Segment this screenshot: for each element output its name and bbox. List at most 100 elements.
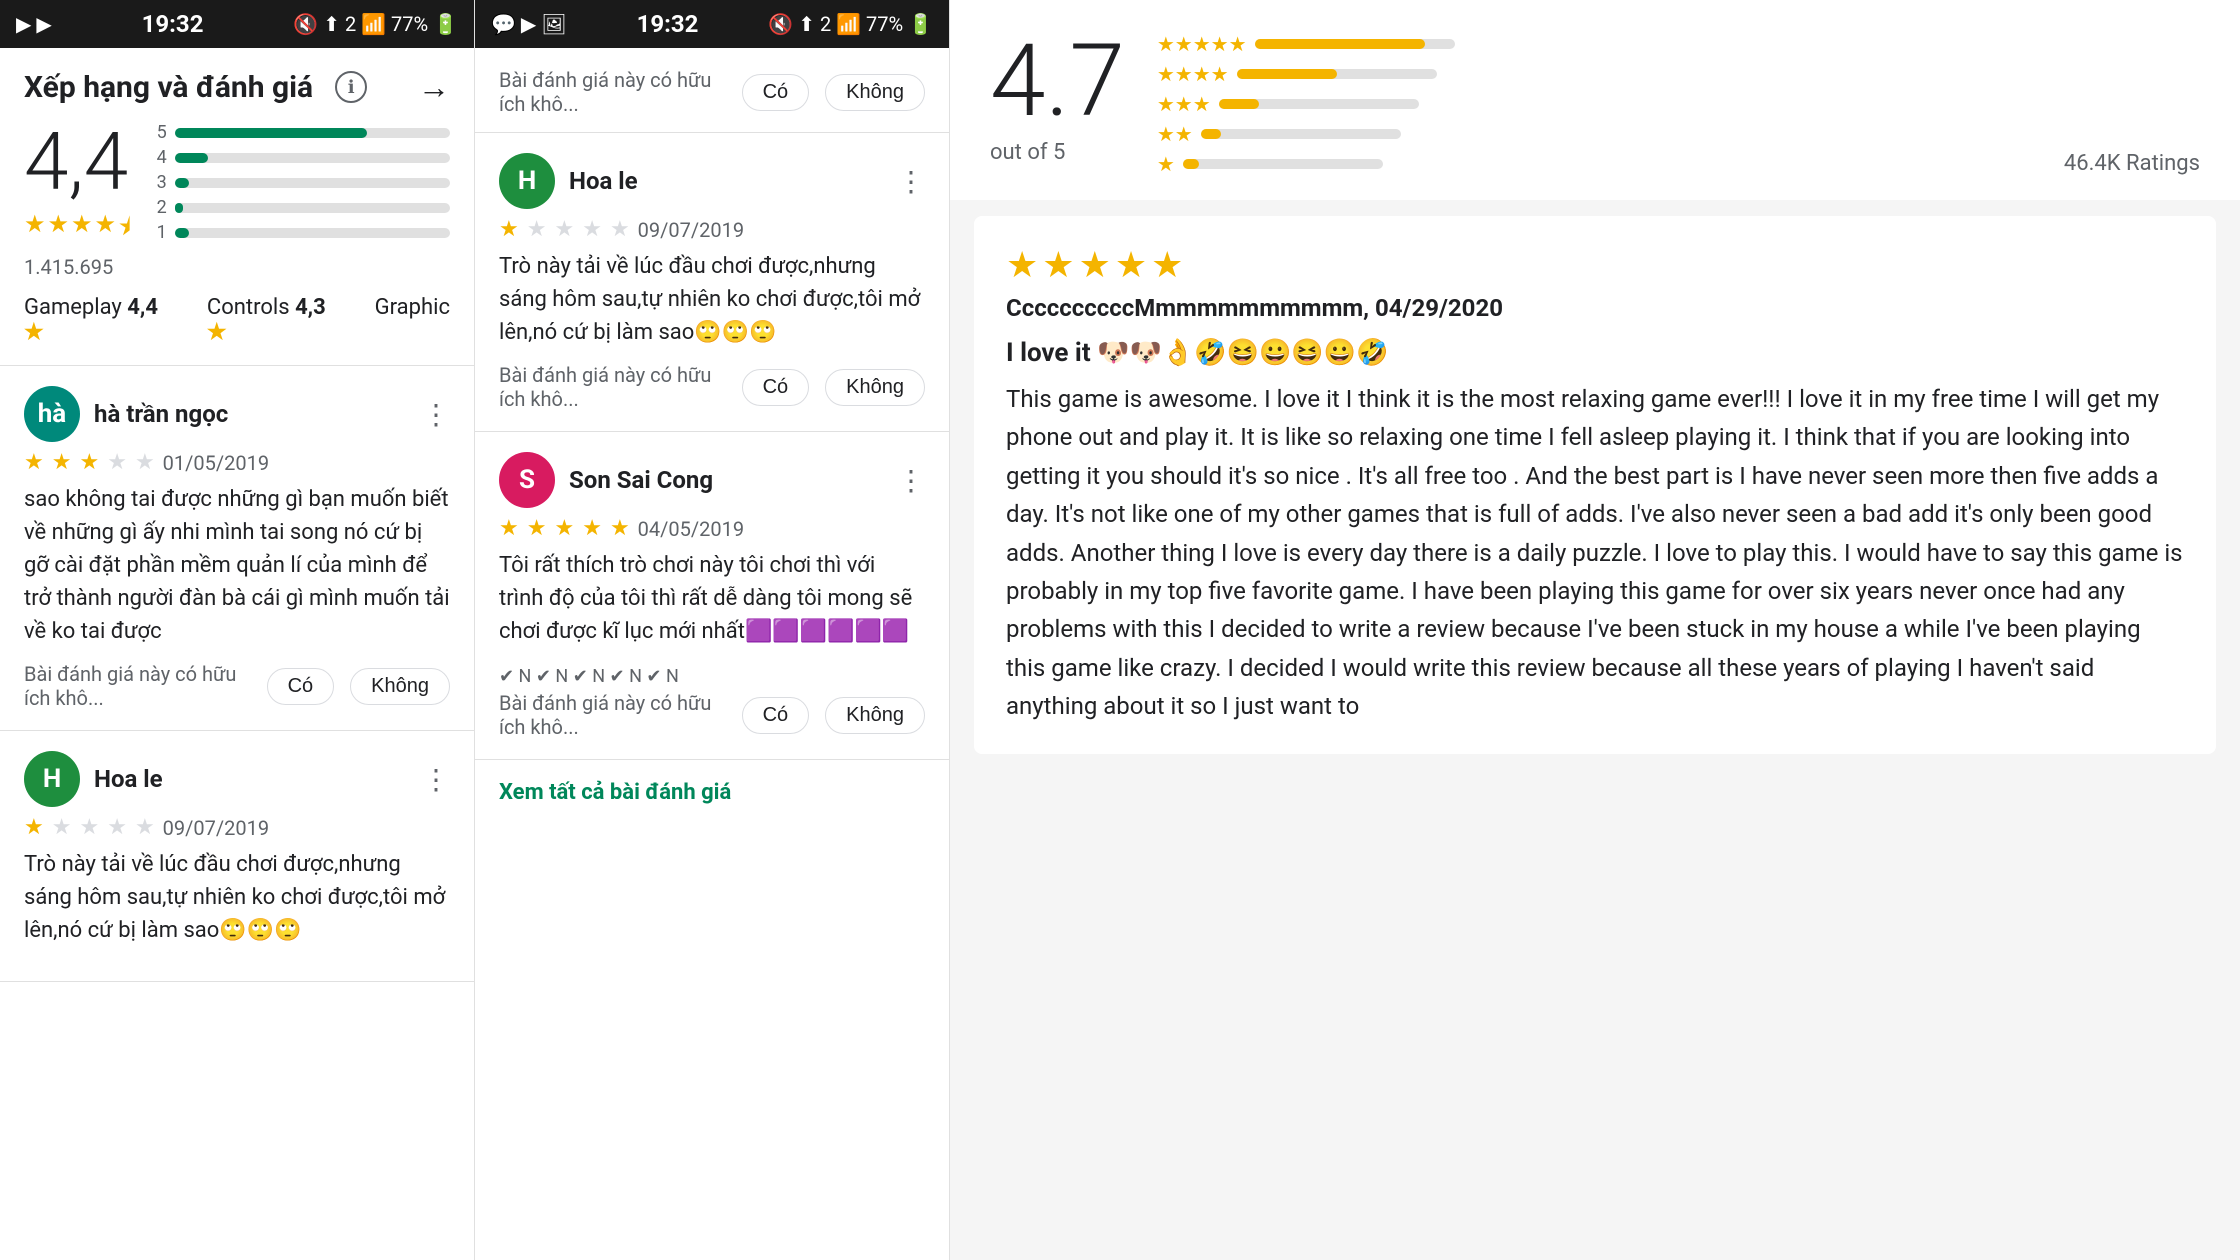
star-row-1: ★: [1157, 152, 2032, 176]
bar-fill-1: [175, 228, 189, 238]
more-menu-2[interactable]: ⋮: [422, 763, 450, 796]
helpful-row-m1: Bài đánh giá này có hữu ích khô... Có Kh…: [499, 363, 925, 411]
gameplay-score: Gameplay 4,4 ★: [24, 295, 183, 345]
reviewer-name-m2: Son Sai Cong: [569, 466, 713, 494]
review-card-m1: H Hoa le ⋮ ★ ★ ★ ★ ★ 09/07/2019 Trò này …: [475, 133, 949, 432]
star-1: ★: [24, 210, 46, 251]
controls-score: Controls 4,3 ★: [207, 295, 351, 345]
top-helpful-yes[interactable]: Có: [742, 74, 810, 111]
helpful-no-m1[interactable]: Không: [825, 369, 925, 406]
review-body-right: This game is awesome. I love it I think …: [1006, 380, 2184, 726]
bar-track-4: [175, 153, 450, 163]
category-scores: Gameplay 4,4 ★ Controls 4,3 ★ Graphic: [0, 295, 474, 366]
arrow-right-icon[interactable]: →: [418, 68, 450, 106]
avatar-m1: H: [499, 153, 555, 209]
more-menu-m1[interactable]: ⋮: [897, 165, 925, 198]
info-icon[interactable]: ℹ: [335, 71, 367, 103]
big-rating: 4,4: [24, 122, 131, 202]
review-date-1: 01/05/2019: [163, 451, 269, 475]
status-right-icons-middle: 🔇 ⬆ 2 📶 77% 🔋: [768, 12, 933, 36]
bar-right-2: [1201, 129, 1401, 139]
bar-fill-2: [175, 203, 183, 213]
review-text-1: sao không tai được những gì bạn muốn biế…: [24, 483, 450, 648]
bar-row-5: 5: [151, 122, 450, 143]
review-card-right: ★ ★ ★ ★ ★ CcccccccccMmmmmmmmmmm, 04/29/2…: [974, 216, 2216, 754]
top-helpful-text: Bài đánh giá này có hữu ích khô...: [499, 68, 726, 116]
bar-track-5: [175, 128, 450, 138]
reviewer-info-2: H Hoa le: [24, 751, 163, 807]
helpful-no-1[interactable]: Không: [350, 668, 450, 705]
review-text-2: Trò này tải về lúc đầu chơi được,nhưng s…: [24, 848, 450, 947]
emoji-row: ✔ N ✔ N ✔ N ✔ N ✔ N: [499, 666, 679, 687]
reviewer-name-right: CcccccccccMmmmmmmmmmm, 04/29/2020: [1006, 294, 2184, 322]
reviewer-name-m1: Hoa le: [569, 167, 638, 195]
review-stars-m1: ★ ★ ★ ★ ★ 09/07/2019: [499, 217, 925, 242]
status-left-icons: ▶ ▶: [16, 12, 52, 36]
out-of-label: out of 5: [990, 140, 1125, 165]
bar-row-1: 1: [151, 222, 450, 243]
review-header-m1: H Hoa le ⋮: [499, 153, 925, 209]
section-header: Xếp hạng và đánh giá ℹ →: [0, 48, 474, 122]
right-stars-section: ★★★★★ ★★★★ ★★★: [1157, 32, 2032, 176]
helpful-no-m2[interactable]: Không: [825, 697, 925, 734]
middle-panel: 💬 ▶ 🖼 19:32 🔇 ⬆ 2 📶 77% 🔋 Bài đánh giá n…: [475, 0, 950, 1260]
bar-label-4: 4: [151, 147, 167, 168]
top-helpful-no[interactable]: Không: [825, 74, 925, 111]
bar-fill-5: [175, 128, 368, 138]
ratings-count-right: 46.4K Ratings: [2064, 151, 2200, 176]
bar-row-3: 3: [151, 172, 450, 193]
star-row-4: ★★★★: [1157, 62, 2032, 86]
more-menu-1[interactable]: ⋮: [422, 398, 450, 431]
big-score-right: 4.7: [990, 32, 1125, 132]
helpful-yes-m2[interactable]: Có: [742, 697, 810, 734]
more-menu-m2[interactable]: ⋮: [897, 464, 925, 497]
star-3: ★: [71, 210, 93, 251]
right-panel: 4.7 out of 5 ★★★★★ ★★★★: [950, 0, 2240, 1260]
status-time-middle: 19:32: [637, 10, 699, 38]
section-title: Xếp hạng và đánh giá: [24, 70, 313, 105]
review-text-m2: Tôi rất thích trò chơi này tôi chơi thì …: [499, 549, 925, 648]
star-bars-right: ★★★★★ ★★★★ ★★★: [1157, 32, 2032, 176]
review-header-m2: S Son Sai Cong ⋮: [499, 452, 925, 508]
right-top-section: 4.7 out of 5 ★★★★★ ★★★★: [950, 0, 2240, 200]
reviewer-name-1: hà trần ngọc: [94, 400, 228, 428]
helpful-text-m2: Bài đánh giá này có hữu ích khô...: [499, 691, 726, 739]
review-text-m1: Trò này tải về lúc đầu chơi được,nhưng s…: [499, 250, 925, 349]
star-2: ★: [48, 210, 70, 251]
bar-right-5: [1255, 39, 1455, 49]
graphics-score: Graphic: [375, 295, 450, 345]
rating-stars: ★ ★ ★ ★ ⯨: [24, 210, 131, 251]
review-stars-2: ★ ★ ★ ★ ★ 09/07/2019: [24, 815, 450, 840]
left-panel: ▶ ▶ 19:32 🔇 ⬆ 2 📶 77% 🔋 Xếp hạng và đánh…: [0, 0, 475, 1260]
review-stars-m2: ★ ★ ★ ★ ★ 04/05/2019: [499, 516, 925, 541]
review-big-stars-right: ★ ★ ★ ★ ★: [1006, 244, 2184, 286]
helpful-yes-1[interactable]: Có: [267, 668, 335, 705]
star-bars: 5 4 3 2: [151, 122, 450, 247]
rating-count: 1.415.695: [24, 255, 131, 279]
top-helpful-row: Bài đánh giá này có hữu ích khô... Có Kh…: [475, 48, 949, 133]
star-row-3: ★★★: [1157, 92, 2032, 116]
status-bar-middle: 💬 ▶ 🖼 19:32 🔇 ⬆ 2 📶 77% 🔋: [475, 0, 949, 48]
bar-fill-3: [175, 178, 189, 188]
avatar-2: H: [24, 751, 80, 807]
view-all-link[interactable]: Xem tất cả bài đánh giá: [475, 760, 949, 825]
bar-right-3: [1219, 99, 1419, 109]
bar-label-2: 2: [151, 197, 167, 218]
helpful-yes-m1[interactable]: Có: [742, 369, 810, 406]
bar-label-3: 3: [151, 172, 167, 193]
star-row-5: ★★★★★: [1157, 32, 2032, 56]
bar-track-1: [175, 228, 450, 238]
bar-fill-4: [175, 153, 208, 163]
status-left-icons-middle: 💬 ▶ 🖼: [491, 12, 567, 36]
reviewer-info-m1: H Hoa le: [499, 153, 638, 209]
bar-label-5: 5: [151, 122, 167, 143]
bar-label-1: 1: [151, 222, 167, 243]
avatar-1: hà: [24, 386, 80, 442]
review-header-1: hà hà trần ngọc ⋮: [24, 386, 450, 442]
star-4: ★: [95, 210, 117, 251]
helpful-text-m1: Bài đánh giá này có hữu ích khô...: [499, 363, 726, 411]
helpful-row-m2: Bài đánh giá này có hữu ích khô... Có Kh…: [499, 691, 925, 739]
reviewer-name-2: Hoa le: [94, 765, 163, 793]
review-date-m1: 09/07/2019: [638, 218, 744, 242]
status-bar-left: ▶ ▶ 19:32 🔇 ⬆ 2 📶 77% 🔋: [0, 0, 474, 48]
